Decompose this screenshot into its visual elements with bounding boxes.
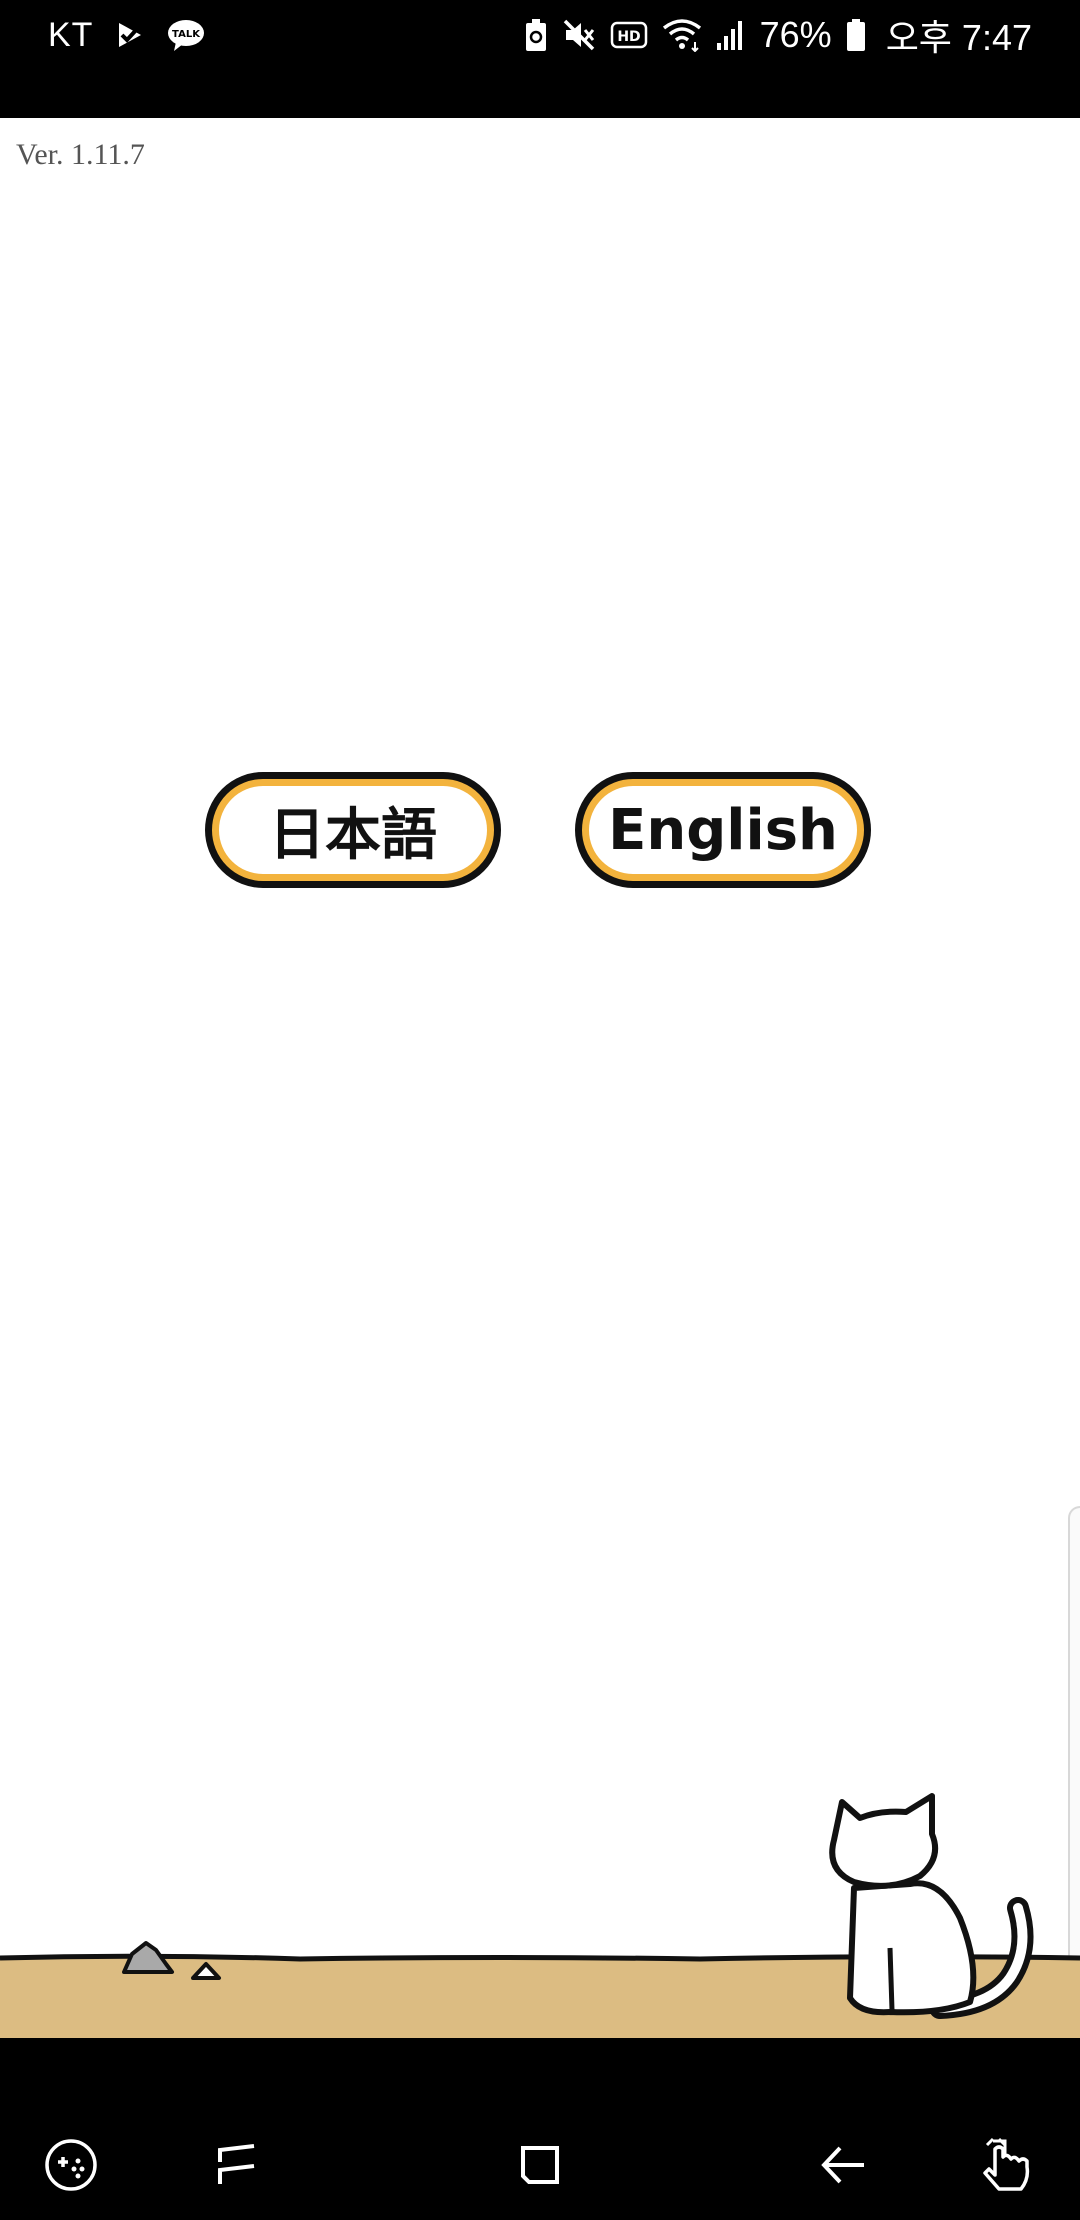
battery-percentage: 76% <box>759 14 832 55</box>
cat-icon <box>829 1793 1034 2019</box>
mute-icon <box>562 18 596 52</box>
english-language-button[interactable]: English <box>575 772 871 888</box>
status-left: KT TALK <box>48 10 205 60</box>
rock-large-icon <box>122 1941 174 1974</box>
recent-apps-icon[interactable] <box>202 2130 272 2200</box>
touch-assist-icon[interactable] <box>972 2130 1042 2200</box>
status-right: HD 76% 오후 7:47 <box>524 10 1032 60</box>
carrier-name: KT <box>48 15 94 54</box>
wifi-icon <box>662 18 702 52</box>
home-icon[interactable] <box>505 2130 575 2200</box>
clock: 오후 7:47 <box>885 17 1032 58</box>
navigation-bar <box>0 2038 1080 2220</box>
battery-icon <box>846 18 866 52</box>
status-bar: KT TALK HD 76% 오후 7:47 <box>0 0 1080 118</box>
signal-icon <box>716 19 746 51</box>
kakaotalk-icon: TALK <box>167 18 205 52</box>
english-button-label: English <box>589 786 857 874</box>
svg-text:HD: HD <box>617 29 640 45</box>
svg-text:TALK: TALK <box>173 29 202 40</box>
screen: KT TALK HD 76% 오후 7:47 Ver. 1.11.7 日本語 E… <box>0 0 1080 2220</box>
japanese-button-label: 日本語 <box>219 786 487 874</box>
hd-icon: HD <box>610 20 648 50</box>
app-content: Ver. 1.11.7 日本語 English <box>0 118 1080 2038</box>
version-label: Ver. 1.11.7 <box>16 138 145 171</box>
check-notification-icon <box>115 20 145 50</box>
japanese-language-button[interactable]: 日本語 <box>205 772 501 888</box>
battery-saver-icon <box>524 18 548 52</box>
rock-small-icon <box>191 1962 221 1980</box>
edge-panel-handle[interactable] <box>1068 1506 1080 1980</box>
back-icon[interactable] <box>808 2130 878 2200</box>
game-tools-icon[interactable] <box>36 2130 106 2200</box>
